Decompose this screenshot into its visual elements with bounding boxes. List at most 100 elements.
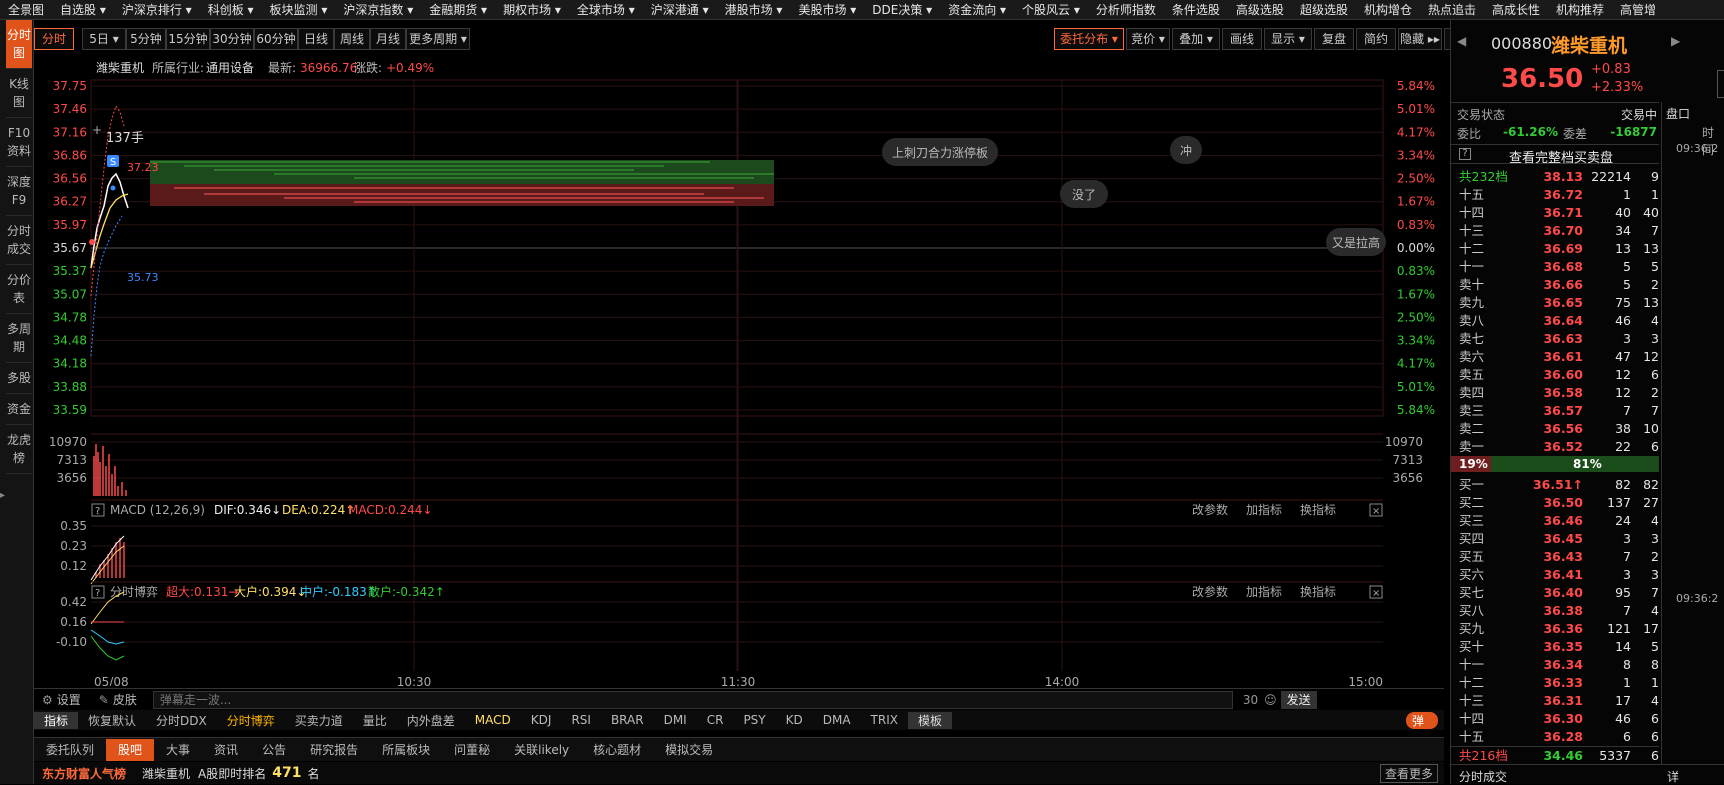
period-button[interactable]: 周线 [334, 28, 370, 50]
indicator-item[interactable]: 量比 [353, 712, 397, 729]
trade-footer-label[interactable]: 分时成交 [1459, 768, 1507, 785]
ask-row[interactable]: 卖七 36.63 3 3 [1451, 330, 1659, 348]
top-menu-item[interactable]: 金融期货 ▾ [421, 0, 495, 19]
ask-row[interactable]: 卖二 36.56 38 10 [1451, 420, 1659, 438]
chart-tool-button[interactable]: 复盘 [1314, 28, 1354, 50]
info-tab[interactable]: 所属板块 [370, 739, 442, 761]
left-nav-item[interactable]: 多周期 [6, 314, 32, 363]
info-tab[interactable]: 问董秘 [442, 739, 502, 761]
bid-row[interactable]: 买八 36.38 7 4 [1451, 602, 1659, 620]
chart-tool-button[interactable]: 显示 ▾ [1264, 28, 1312, 50]
indicator-item[interactable]: BRAR [601, 713, 654, 727]
bid-row[interactable]: 十二 36.33 1 1 [1451, 674, 1659, 692]
left-nav-item[interactable]: 资金 [6, 394, 32, 425]
info-tab[interactable]: 资讯 [202, 739, 250, 761]
chart-tool-button[interactable]: 简约 [1356, 28, 1396, 50]
danmaku-input[interactable] [152, 690, 1233, 709]
bid-row[interactable]: 十三 36.31 17 4 [1451, 692, 1659, 710]
bid-row[interactable]: 买二 36.50 137 27 [1451, 494, 1659, 512]
info-tab[interactable]: 股吧 [106, 738, 155, 761]
more-button[interactable]: 查看更多 [1379, 763, 1438, 783]
indicator-item[interactable]: PSY [733, 713, 775, 727]
top-menu-item[interactable]: 自选股 ▾ [52, 0, 114, 19]
top-menu-item[interactable]: 超级选股 [1292, 0, 1356, 19]
collapse-handle[interactable] [1717, 70, 1724, 98]
top-menu-item[interactable]: 高管增 [1612, 0, 1664, 19]
top-menu-item[interactable]: 高成长性 [1484, 0, 1548, 19]
top-menu-item[interactable]: 条件选股 [1164, 0, 1228, 19]
top-menu-item[interactable]: 沪深京指数 ▾ [335, 0, 421, 19]
info-tab[interactable]: 模拟交易 [653, 739, 725, 761]
settings-label[interactable]: 设置 [57, 691, 81, 708]
info-tab[interactable]: 核心题材 [581, 739, 653, 761]
period-button[interactable]: 60分钟 [254, 28, 298, 50]
top-menu-item[interactable]: 全球市场 ▾ [569, 0, 643, 19]
bid-row[interactable]: 买六 36.41 3 3 [1451, 566, 1659, 584]
ask-row[interactable]: 卖六 36.61 47 12 [1451, 348, 1659, 366]
indicator-item[interactable]: RSI [561, 713, 601, 727]
info-tab[interactable]: 关联likely [502, 739, 581, 761]
chart-tool-button[interactable]: 委托分布 ▾ [1054, 28, 1124, 50]
indicator-item[interactable]: 恢复默认 [78, 712, 146, 729]
indicator-item[interactable]: TRIX [861, 713, 908, 727]
bid-row[interactable]: 十五 36.28 6 6 [1451, 728, 1659, 746]
info-tab[interactable]: 研究报告 [298, 739, 370, 761]
indicator-item[interactable]: 指标 [34, 711, 79, 729]
ask-row[interactable]: 卖八 36.64 46 4 [1451, 312, 1659, 330]
period-button[interactable]: 30分钟 [210, 28, 254, 50]
expand-icon[interactable]: ▸ [0, 490, 5, 501]
indicator-item[interactable]: DMI [654, 713, 697, 727]
indicator-item[interactable]: 分时博弈 [217, 712, 285, 729]
info-tab[interactable]: 大事 [154, 739, 202, 761]
emoji-icon[interactable]: ☺ [1264, 693, 1277, 707]
ask-row[interactable]: 卖三 36.57 7 7 [1451, 402, 1659, 420]
left-nav-item[interactable]: K线图 [6, 69, 32, 118]
top-menu-item[interactable]: DDE决策 ▾ [864, 0, 940, 19]
ask-row[interactable]: 卖九 36.65 75 13 [1451, 294, 1659, 312]
skin-label[interactable]: 皮肤 [113, 691, 137, 708]
danmaku-toggle[interactable]: 弹 [1405, 711, 1438, 729]
bid-row[interactable]: 买一 36.51↑ 82 82 [1451, 476, 1659, 494]
info-tab[interactable]: 公告 [250, 739, 298, 761]
left-nav-item[interactable]: 多股 [6, 363, 32, 394]
bid-row[interactable]: 十四 36.30 46 6 [1451, 710, 1659, 728]
ask-row[interactable]: 卖一 36.52 22 6 [1451, 438, 1659, 456]
bid-row[interactable]: 十一 36.34 8 8 [1451, 656, 1659, 674]
pankou-tab[interactable]: 盘口 [1666, 105, 1690, 122]
ask-row[interactable]: 十二 36.69 13 13 [1451, 240, 1659, 258]
indicator-item[interactable]: KD [776, 713, 813, 727]
top-menu-item[interactable]: 机构增仓 [1356, 0, 1420, 19]
top-menu-item[interactable]: 分析师指数 [1088, 0, 1164, 19]
indicator-item[interactable]: 买卖力道 [285, 712, 353, 729]
left-nav-item[interactable]: F10资料 [6, 118, 32, 167]
full-book-row[interactable]: ? 查看完整档买卖盘 [1451, 144, 1659, 166]
indicator-item[interactable]: KDJ [521, 713, 562, 727]
rank-stock[interactable]: 潍柴重机 [142, 765, 190, 782]
period-button[interactable]: 日线 [298, 28, 334, 50]
send-button[interactable]: 发送 [1280, 690, 1317, 709]
skin-icon[interactable]: ✎ [99, 693, 109, 707]
ask-row[interactable]: 十三 36.70 34 7 [1451, 222, 1659, 240]
ask-row[interactable]: 卖四 36.58 12 2 [1451, 384, 1659, 402]
left-nav-item[interactable]: 分时图 [6, 20, 32, 69]
indicator-item[interactable]: DMA [813, 713, 861, 727]
top-menu-item[interactable]: 机构推荐 [1548, 0, 1612, 19]
full-book-link[interactable]: 查看完整档买卖盘 [1509, 147, 1613, 166]
period-button[interactable]: 15分钟 [166, 28, 210, 50]
top-menu-item[interactable]: 科创板 ▾ [200, 0, 262, 19]
info-tab[interactable]: 委托队列 [34, 739, 106, 761]
settings-icon[interactable]: ⚙ [42, 693, 53, 707]
left-nav-item[interactable]: 龙虎榜 [6, 425, 32, 474]
bid-row[interactable]: 买九 36.36 121 17 [1451, 620, 1659, 638]
bid-row[interactable]: 买七 36.40 95 7 [1451, 584, 1659, 602]
ask-row[interactable]: 十四 36.71 40 40 [1451, 204, 1659, 222]
ask-row[interactable]: 卖十 36.66 5 2 [1451, 276, 1659, 294]
bid-row[interactable]: 买十 36.35 14 5 [1451, 638, 1659, 656]
period-button[interactable]: 5日 ▾ [82, 28, 126, 50]
bid-row[interactable]: 买三 36.46 24 4 [1451, 512, 1659, 530]
indicator-item[interactable]: MACD [465, 713, 521, 727]
left-nav-item[interactable]: 分价表 [6, 265, 32, 314]
top-menu-item[interactable]: 期权市场 ▾ [495, 0, 569, 19]
ask-row[interactable]: 十五 36.72 1 1 [1451, 186, 1659, 204]
top-menu-item[interactable]: 全景图 [0, 0, 52, 19]
